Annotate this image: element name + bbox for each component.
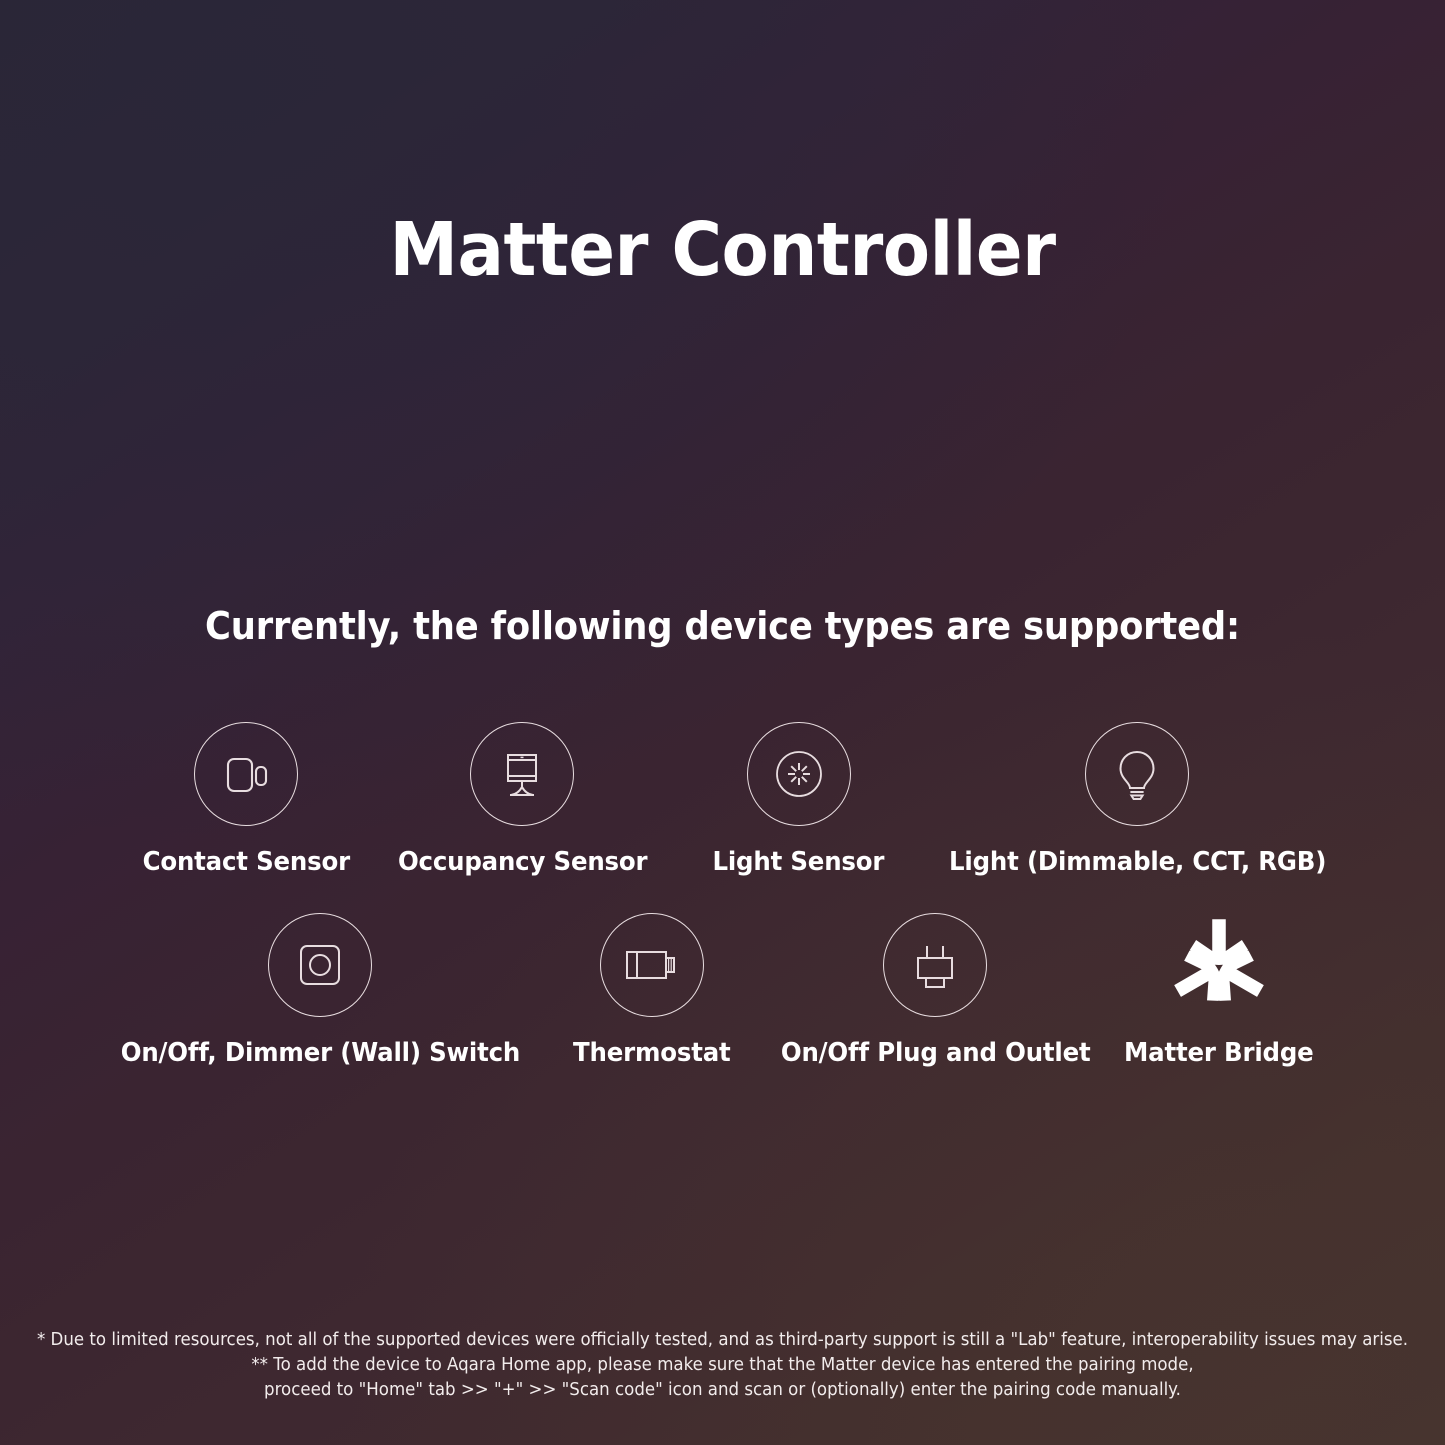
thermostat-icon bbox=[622, 938, 682, 992]
device-row-1: Contact Sensor Occupancy Sensor Light Se… bbox=[108, 722, 1338, 877]
footnote-line-2: ** To add the device to Aqara Home app, … bbox=[251, 1355, 1194, 1375]
supported-devices-subtitle: Currently, the following device types ar… bbox=[205, 604, 1240, 648]
device-item-wall-switch: On/Off, Dimmer (Wall) Switch bbox=[108, 913, 533, 1068]
icon-frame bbox=[746, 722, 851, 826]
device-item-light-sensor: Light Sensor bbox=[661, 722, 937, 877]
contact-sensor-icon bbox=[219, 747, 273, 801]
icon-frame bbox=[883, 913, 988, 1017]
light-sensor-icon bbox=[770, 745, 828, 803]
device-label: Thermostat bbox=[573, 1038, 731, 1068]
icon-frame bbox=[1085, 722, 1190, 826]
footnotes: * Due to limited resources, not all of t… bbox=[0, 1328, 1445, 1403]
device-label: Contact Sensor bbox=[142, 847, 350, 877]
occupancy-sensor-icon bbox=[495, 747, 549, 801]
icon-circle-outline bbox=[746, 722, 851, 826]
light-bulb-icon bbox=[1110, 747, 1164, 801]
page-content: Matter Controller Currently, the followi… bbox=[0, 0, 1445, 1445]
icon-circle-outline bbox=[1085, 722, 1190, 826]
matter-logo-icon bbox=[1167, 913, 1271, 1017]
wall-switch-icon bbox=[293, 938, 347, 992]
icon-circle-outline bbox=[883, 913, 988, 1017]
device-item-occupancy-sensor: Occupancy Sensor bbox=[384, 722, 660, 877]
device-label: Light (Dimmable, CCT, RGB) bbox=[948, 847, 1326, 877]
footnote-line-3: proceed to "Home" tab >> "+" >> "Scan co… bbox=[264, 1380, 1181, 1400]
icon-frame bbox=[470, 722, 575, 826]
page-title: Matter Controller bbox=[389, 207, 1056, 293]
icon-frame bbox=[268, 913, 373, 1017]
icon-frame bbox=[194, 722, 299, 826]
icon-frame bbox=[1167, 913, 1271, 1017]
icon-frame bbox=[599, 913, 704, 1017]
device-label: On/Off, Dimmer (Wall) Switch bbox=[120, 1038, 521, 1068]
plug-outlet-icon bbox=[908, 938, 962, 992]
device-item-thermostat: Thermostat bbox=[533, 913, 771, 1068]
device-label: On/Off Plug and Outlet bbox=[780, 1038, 1091, 1068]
device-label: Matter Bridge bbox=[1124, 1038, 1314, 1068]
device-row-2: On/Off, Dimmer (Wall) Switch Thermostat … bbox=[108, 913, 1338, 1068]
icon-circle-outline bbox=[470, 722, 575, 826]
footnote-line-1: * Due to limited resources, not all of t… bbox=[36, 1330, 1409, 1350]
device-item-light: Light (Dimmable, CCT, RGB) bbox=[937, 722, 1338, 877]
device-label: Light Sensor bbox=[712, 847, 885, 877]
icon-circle-outline bbox=[194, 722, 299, 826]
device-item-contact-sensor: Contact Sensor bbox=[108, 722, 384, 877]
supported-device-grid: Contact Sensor Occupancy Sensor Light Se… bbox=[108, 722, 1338, 1068]
device-item-matter-bridge: Matter Bridge bbox=[1100, 913, 1338, 1068]
icon-circle-outline bbox=[268, 913, 373, 1017]
device-label: Occupancy Sensor bbox=[397, 847, 648, 877]
icon-circle-outline bbox=[599, 913, 704, 1017]
device-item-plug-outlet: On/Off Plug and Outlet bbox=[771, 913, 1100, 1068]
page-background: Matter Controller Currently, the followi… bbox=[0, 0, 1445, 1445]
